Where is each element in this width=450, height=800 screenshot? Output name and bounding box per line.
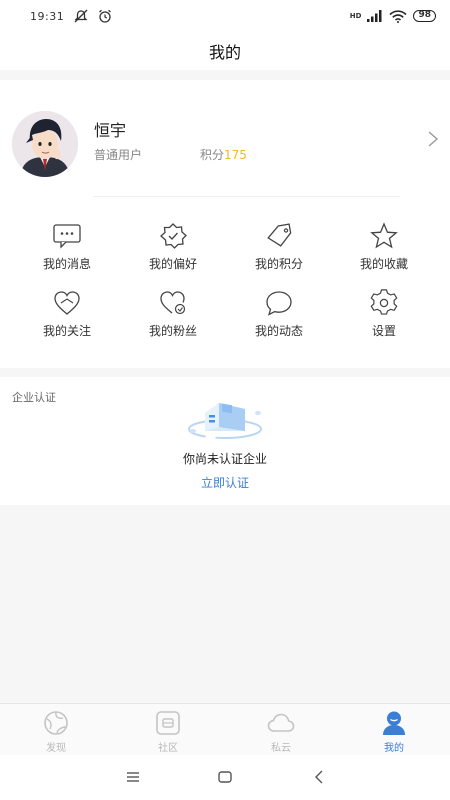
menu-item-label: 我的关注 (42, 324, 91, 338)
user-type-label: 普通用户 (94, 148, 143, 162)
network-type-label: HD (349, 12, 362, 20)
system-navigation-bar (0, 755, 450, 800)
menu-item-label: 我的收藏 (359, 257, 408, 271)
enterprise-section-title: 企业认证 (12, 391, 56, 404)
tab-label: 私云 (271, 743, 291, 754)
menu-item-label: 我的粉丝 (148, 324, 197, 338)
menu-item-preferences[interactable]: 我的偏好 (123, 222, 223, 278)
avatar-illustration (12, 111, 78, 177)
battery-indicator: 98 (413, 10, 436, 22)
menu-item-label: 设置 (371, 324, 396, 338)
bottom-tab-bar: 发现 社区 私云 我的 (0, 703, 450, 755)
cloud-icon (267, 713, 295, 732)
back-arrow-icon[interactable] (310, 767, 330, 787)
menu-item-settings[interactable]: 设置 (334, 289, 434, 345)
tab-private-cloud[interactable]: 私云 (225, 704, 337, 756)
menu-item-messages[interactable]: 我的消息 (17, 222, 117, 278)
tab-label: 发现 (46, 743, 66, 754)
preference-badge-icon (160, 223, 187, 249)
menu-item-points[interactable]: 我的积分 (229, 222, 329, 278)
tab-label: 社区 (158, 743, 178, 754)
enterprise-card: 企业认证 你尚未认证企业 立即认证 (0, 377, 450, 505)
status-bar: 19:31 HD 98 (0, 0, 450, 32)
menu-item-label: 我的积分 (254, 257, 303, 271)
tab-discover[interactable]: 发现 (0, 704, 112, 756)
tag-icon (267, 223, 292, 247)
home-square-icon[interactable] (215, 767, 235, 787)
mute-notification-icon (74, 9, 88, 23)
menu-item-favorites[interactable]: 我的收藏 (334, 222, 434, 278)
enterprise-building-illustration (188, 403, 262, 439)
page-title: 我的 (208, 43, 241, 62)
tab-mine[interactable]: 我的 (338, 704, 450, 756)
status-time: 19:31 (30, 9, 65, 23)
avatar[interactable] (12, 111, 78, 177)
menu-item-label: 我的偏好 (148, 257, 197, 271)
certify-now-link[interactable]: 立即认证 (0, 474, 450, 491)
points-label: 积分 (200, 148, 225, 162)
menu-item-label: 我的消息 (42, 257, 91, 271)
chat-bubble-icon (266, 291, 292, 316)
star-icon (370, 222, 398, 249)
menu-item-label: 我的动态 (254, 324, 303, 338)
username: 恒宇 (94, 121, 127, 140)
alarm-clock-icon (99, 9, 112, 23)
settings-gear-icon (370, 289, 398, 315)
fans-heart-icon (160, 291, 186, 315)
tab-community[interactable]: 社区 (112, 704, 224, 756)
profile-person-icon (383, 711, 405, 735)
menu-item-fans[interactable]: 我的粉丝 (123, 289, 223, 345)
navigation-bar: 我的 (0, 32, 450, 70)
points-value: 175 (224, 148, 247, 162)
signal-icon (367, 10, 382, 22)
discover-globe-icon (44, 711, 68, 735)
heart-icon (54, 291, 80, 315)
message-icon (53, 224, 81, 249)
menu-lines-icon[interactable] (123, 767, 143, 787)
menu-item-activity[interactable]: 我的动态 (229, 289, 329, 345)
community-icon (156, 711, 180, 735)
menu-item-following[interactable]: 我的关注 (17, 289, 117, 345)
divider (94, 196, 400, 197)
tab-label: 我的 (384, 743, 404, 754)
chevron-right-icon[interactable] (426, 130, 440, 148)
enterprise-status-message: 你尚未认证企业 (182, 452, 267, 466)
profile-row[interactable]: 恒宇 普通用户 积分175 (0, 80, 450, 196)
points-display: 积分175 (200, 146, 247, 163)
profile-card: 恒宇 普通用户 积分175 我的消息 我的偏好 我的积分 我的收藏 我的关注 我… (0, 80, 450, 368)
wifi-icon (389, 9, 408, 23)
